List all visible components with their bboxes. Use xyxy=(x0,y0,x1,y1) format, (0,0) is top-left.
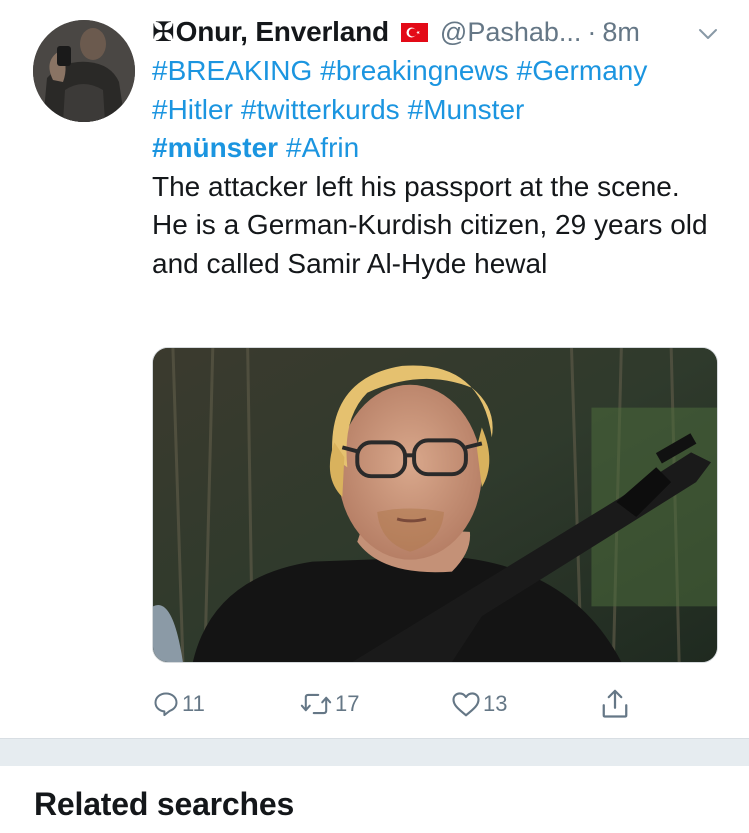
hashtag-link[interactable]: #Hitler xyxy=(152,94,233,125)
retweet-count: 17 xyxy=(335,691,360,716)
chevron-down-icon[interactable] xyxy=(696,22,720,46)
section-divider xyxy=(0,738,749,766)
like-count: 13 xyxy=(483,691,508,716)
hashtag-line: #münster #Afrin xyxy=(152,129,722,168)
avatar-photo xyxy=(33,20,135,122)
share-button[interactable] xyxy=(600,682,630,726)
author-avatar[interactable] xyxy=(33,20,135,122)
hashtag-link[interactable]: #Germany xyxy=(517,55,648,86)
tweet-media-photo[interactable] xyxy=(152,347,718,663)
like-button[interactable]: 13 xyxy=(451,682,507,726)
hashtag-link[interactable]: #münster xyxy=(152,132,278,163)
separator-dot: · xyxy=(587,16,597,47)
retweet-icon xyxy=(300,693,332,715)
tweet-actions: 11 17 13 xyxy=(152,682,712,726)
reply-count: 11 xyxy=(182,691,205,716)
hashtag-line: #Hitler #twitterkurds #Munster xyxy=(152,91,722,130)
tweet-header: ✠ Onur, Enverland @Pashab... · 8m xyxy=(152,12,732,52)
reply-icon xyxy=(154,692,178,717)
hashtag-link[interactable]: #BREAKING xyxy=(152,55,312,86)
heart-icon xyxy=(452,692,480,717)
tweet-text: The attacker left his passport at the sc… xyxy=(152,170,708,279)
author-prefix: ✠ xyxy=(152,16,175,47)
author-handle[interactable]: @Pashab... xyxy=(440,17,582,48)
author-name[interactable]: Onur, Enverland xyxy=(176,16,389,48)
turkey-flag-icon xyxy=(400,22,428,42)
tweet-timestamp[interactable]: 8m xyxy=(602,17,640,48)
hashtags: #BREAKING #breakingnews #Germany #Hitler #t… xyxy=(152,52,722,168)
photo-image xyxy=(153,348,717,662)
hashtag-link[interactable]: #Afrin xyxy=(286,132,359,163)
hashtag-link[interactable]: #twitterkurds xyxy=(241,94,400,125)
related-searches-heading: Related searches xyxy=(34,786,295,822)
share-icon xyxy=(602,689,628,718)
hashtag-link[interactable]: #Munster xyxy=(408,94,525,125)
tweet[interactable]: ✠ Onur, Enverland @Pashab... · 8m #BREAK… xyxy=(0,0,749,738)
hashtag-link[interactable]: #breakingnews xyxy=(320,55,508,86)
retweet-button[interactable]: 17 xyxy=(299,682,359,726)
hashtag-line: #BREAKING #breakingnews #Germany xyxy=(152,52,722,91)
tweet-body: #BREAKING #breakingnews #Germany #Hitler #t… xyxy=(152,52,722,283)
reply-button[interactable]: 11 xyxy=(152,682,205,726)
